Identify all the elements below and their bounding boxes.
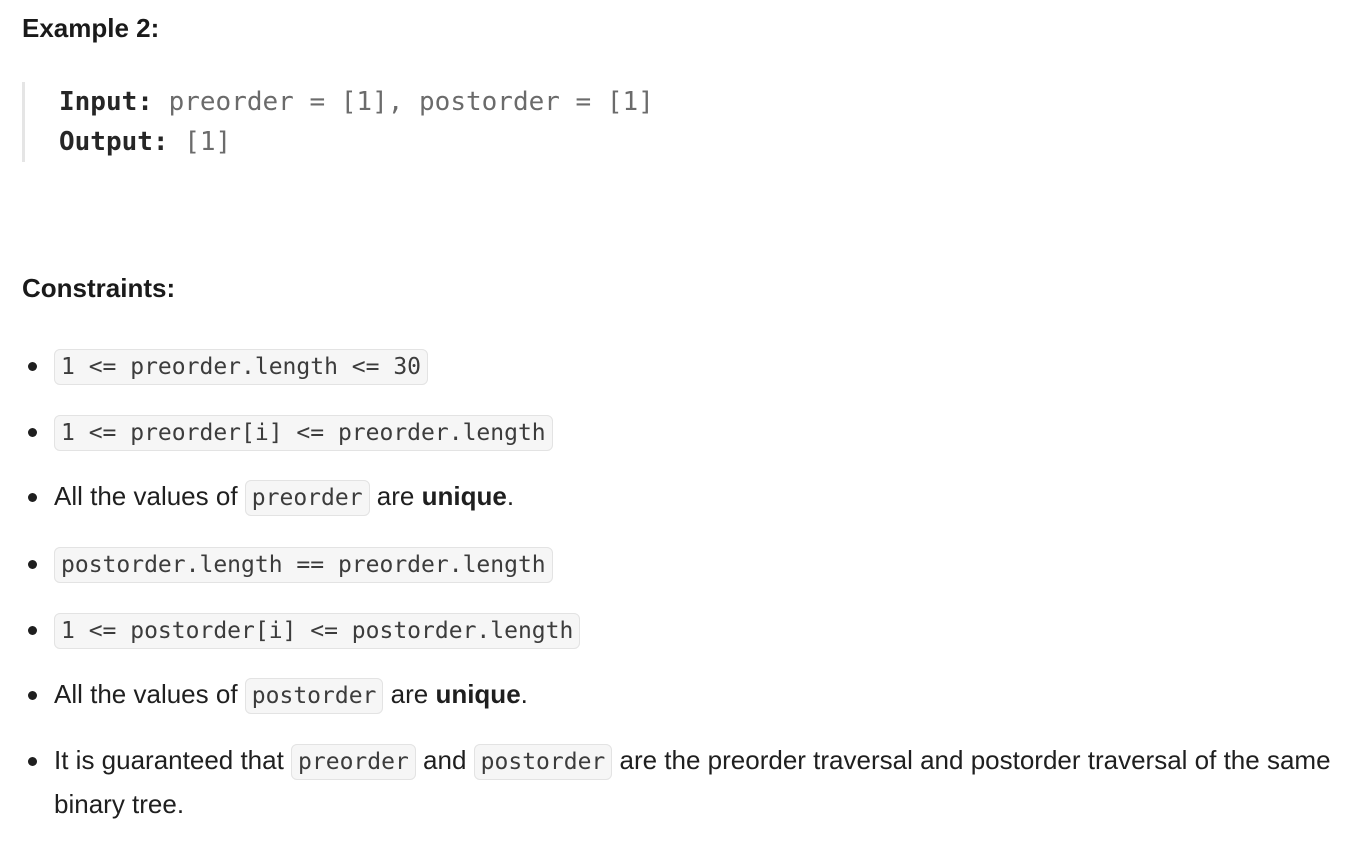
constraint-code: 1 <= preorder[i] <= preorder.length [54,415,553,451]
example-heading: Example 2: [22,13,160,43]
constraint-text: . [520,679,528,709]
constraint-item: All the values of postorder are unique. [28,673,1344,717]
output-value: [1] [168,127,232,157]
input-value: preorder = [1], postorder = [1] [152,87,654,117]
bullet-icon [28,626,37,635]
constraint-code: postorder.length == preorder.length [54,547,553,583]
output-label: Output: [59,127,169,157]
constraint-emphasis: unique [421,481,507,511]
constraint-text: It is guaranteed that [54,745,292,775]
constraint-text: . [506,481,515,511]
constraint-item: 1 <= preorder.length <= 30 [28,344,1344,388]
constraint-item: postorder.length == preorder.length [28,542,1344,586]
constraint-text: are [383,679,436,709]
constraint-code: preorder [244,480,370,516]
bullet-icon [28,560,37,569]
bullet-icon [28,362,37,371]
constraint-code: postorder [473,744,613,780]
constraint-code: 1 <= postorder[i] <= postorder.length [54,613,581,649]
bullet-icon [28,691,37,700]
constraint-code: 1 <= preorder.length <= 30 [54,349,429,385]
bullet-icon [28,428,37,437]
constraint-code: preorder [291,744,416,780]
constraint-item: 1 <= postorder[i] <= postorder.length [28,608,1344,652]
constraint-item: 1 <= preorder[i] <= preorder.length [28,410,1344,454]
input-label: Input: [59,87,153,117]
bullet-icon [28,757,37,766]
constraint-text: are [369,481,422,511]
constraint-item: It is guaranteed that preorder and posto… [28,739,1344,825]
constraint-text: All the values of [54,481,245,511]
constraint-text: All the values of [54,679,245,709]
constraint-item: All the values of preorder are unique. [28,475,1344,519]
constraint-text: and [415,745,474,775]
example-input-line: Input: preorder = [1], postorder = [1] [59,82,654,122]
constraint-emphasis: unique [435,679,521,709]
constraint-code: postorder [244,678,384,714]
constraints-heading: Constraints: [22,273,176,303]
bullet-icon [28,493,37,502]
example-output-line: Output: [1] [59,122,654,162]
example-block: Input: preorder = [1], postorder = [1] O… [22,82,654,162]
